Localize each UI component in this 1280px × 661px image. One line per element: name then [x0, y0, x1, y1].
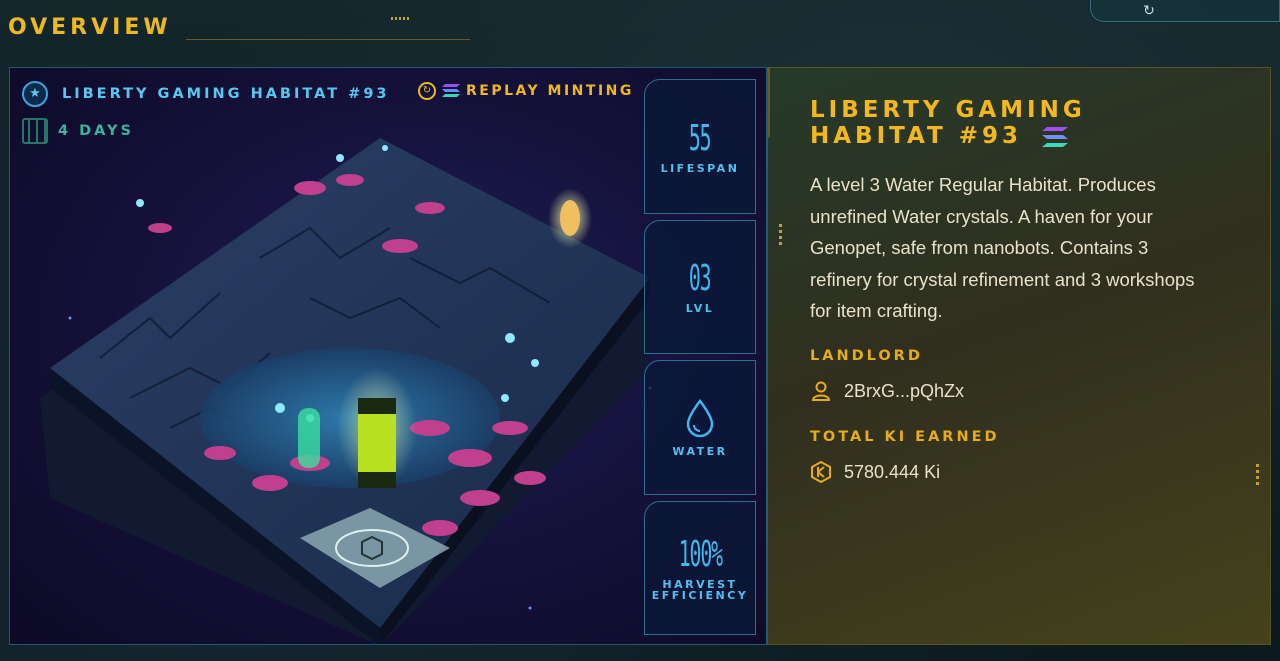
stat-level: 03 LVL [644, 219, 756, 354]
total-ki-row: 5780.444 Ki [810, 461, 940, 483]
info-title-line1: LIBERTY GAMING [810, 97, 1086, 123]
total-ki-value: 5780.444 Ki [844, 461, 941, 482]
days-remaining: 4 DAYS [22, 118, 134, 144]
stat-label: LIFESPAN [660, 161, 740, 175]
star-badge-icon: ★ [22, 81, 48, 107]
top-right-frame [1090, 0, 1280, 22]
decor-dots [779, 224, 782, 246]
ki-token-icon [811, 461, 831, 483]
total-ki-label: TOTAL KI EARNED [810, 429, 1000, 445]
stat-value: 55 [689, 117, 712, 159]
water-drop-icon [686, 398, 714, 437]
habitat-header: ★ LIBERTY GAMING HABITAT #93 [22, 81, 390, 107]
decor-dots [1256, 464, 1259, 486]
habitat-info-panel: LIBERTY GAMING HABITAT #93 A level 3 Wat… [767, 66, 1271, 645]
stat-label: LVL [685, 302, 715, 316]
replay-minting-button[interactable]: ↻ REPLAY MINTING [418, 82, 634, 100]
replay-minting-label: REPLAY MINTING [466, 83, 634, 99]
landlord-label: LANDLORD [810, 348, 923, 364]
stat-harvest-efficiency: 100% HARVEST EFFICIENCY [644, 500, 756, 635]
user-icon [811, 381, 831, 401]
frame-corner [768, 66, 770, 138]
habitat-description: A level 3 Water Regular Habitat. Produce… [810, 174, 1195, 321]
stat-label: WATER [672, 444, 728, 458]
calendar-icon [22, 118, 48, 144]
info-title-line2: HABITAT #93 [810, 123, 1023, 149]
landlord-address[interactable]: 2BrxG...pQhZx [844, 381, 964, 402]
replay-icon: ↻ [418, 82, 436, 100]
days-label: 4 DAYS [58, 123, 134, 139]
stat-lifespan: 55 LIFESPAN [644, 79, 756, 214]
title-decoration [186, 12, 470, 40]
habitat-scene-panel: ★ LIBERTY GAMING HABITAT #93 ↻ REPLAY MI… [9, 67, 767, 645]
landlord-row: 2BrxG...pQhZx [810, 380, 964, 402]
stats-column: 55 LIFESPAN 03 LVL WATER 100% HARVEST EF… [644, 79, 756, 635]
info-title: LIBERTY GAMING HABITAT #93 [810, 97, 1150, 149]
page-title: OVERVIEW [8, 15, 172, 40]
solana-icon [442, 84, 460, 97]
stat-label: HARVEST EFFICIENCY [651, 577, 749, 602]
stat-value: 03 [689, 258, 712, 300]
solana-icon [1042, 126, 1069, 147]
refresh-icon[interactable]: ↻ [1140, 2, 1158, 20]
stat-value: 100% [678, 533, 722, 575]
stat-element: WATER [644, 360, 756, 495]
habitat-name: LIBERTY GAMING HABITAT #93 [62, 86, 390, 102]
